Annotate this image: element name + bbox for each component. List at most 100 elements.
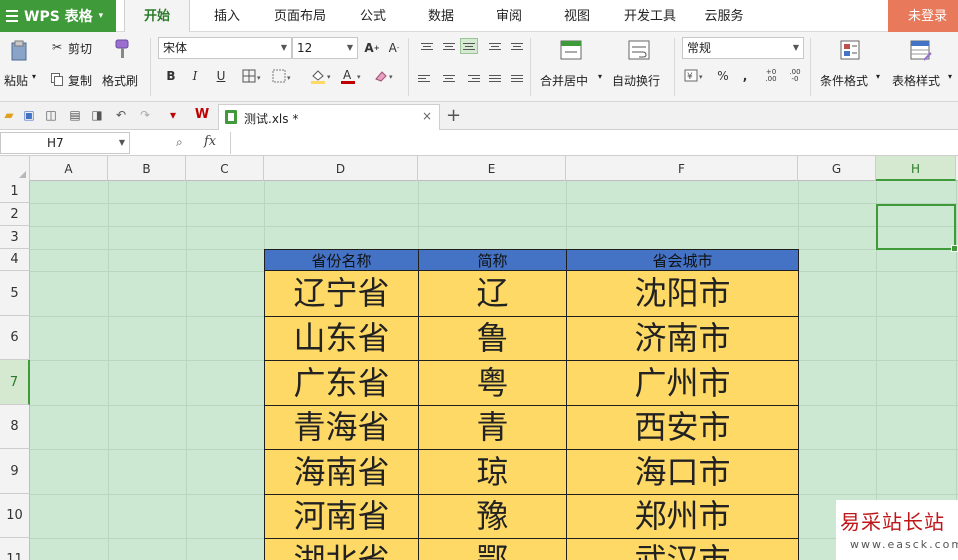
distributed-icon[interactable] — [508, 70, 526, 86]
print-icon[interactable]: ▤ — [68, 108, 82, 122]
table-cell[interactable]: 广东省 — [264, 360, 419, 406]
comma-button[interactable]: , — [738, 68, 752, 84]
table-cell[interactable]: 郑州市 — [566, 494, 799, 539]
chevron-down-icon[interactable]: ▾ — [598, 72, 602, 81]
export-pdf-icon[interactable]: ◫ — [44, 108, 58, 122]
increase-font-icon[interactable]: A + — [364, 40, 380, 56]
tab-home[interactable]: 开始 — [124, 0, 190, 33]
tab-developer[interactable]: 开发工具 — [614, 0, 686, 32]
row-header-2[interactable]: 2 — [0, 203, 30, 226]
row-header-1[interactable]: 1 — [0, 181, 30, 203]
table-cell[interactable]: 济南市 — [566, 316, 799, 361]
table-style-button[interactable]: 表格样式 — [892, 72, 940, 89]
table-cell[interactable]: 琼 — [418, 449, 567, 495]
row-header-10[interactable]: 10 — [0, 494, 30, 538]
column-header-c[interactable]: C — [186, 156, 264, 181]
spreadsheet-grid[interactable]: A B C D E F G H 1 2 3 4 5 6 7 8 9 10 11 … — [0, 156, 958, 560]
chevron-down-icon[interactable]: ▾ — [948, 72, 952, 81]
column-header-f[interactable]: F — [566, 156, 798, 181]
wps-home-icon[interactable]: W — [192, 108, 212, 122]
font-name-select[interactable]: 宋体 ▼ — [158, 37, 292, 59]
table-cell[interactable]: 西安市 — [566, 405, 799, 450]
fill-color-icon[interactable]: ▾ — [310, 68, 336, 84]
undo-icon[interactable]: ↶ — [114, 108, 128, 122]
column-header-d[interactable]: D — [264, 156, 418, 181]
row-header-7[interactable]: 7 — [0, 360, 30, 405]
column-header-g[interactable]: G — [798, 156, 876, 181]
percent-button[interactable]: % — [716, 68, 730, 84]
increase-decimal-icon[interactable]: +0.00 — [762, 68, 780, 84]
table-cell[interactable]: 武汉市 — [566, 538, 799, 560]
indent-increase-icon[interactable] — [508, 38, 526, 54]
clear-format-icon[interactable]: ▾ — [372, 68, 398, 84]
paste-icon[interactable] — [8, 40, 30, 62]
login-button[interactable]: 未登录 — [888, 0, 958, 32]
tab-review[interactable]: 审阅 — [486, 0, 532, 32]
conditional-format-icon[interactable] — [840, 40, 862, 62]
close-icon[interactable]: × — [422, 109, 432, 123]
row-header-8[interactable]: 8 — [0, 405, 30, 449]
tab-data[interactable]: 数据 — [418, 0, 464, 32]
table-cell[interactable]: 湖北省 — [264, 538, 419, 560]
table-cell[interactable]: 广州市 — [566, 360, 799, 406]
app-logo-button[interactable]: WPS 表格 ▾ — [0, 0, 116, 32]
table-header-abbreviation[interactable]: 简称 — [418, 249, 567, 271]
table-style-icon[interactable] — [910, 40, 932, 62]
table-cell[interactable]: 豫 — [418, 494, 567, 539]
table-cell[interactable]: 青 — [418, 405, 567, 450]
table-cell[interactable]: 河南省 — [264, 494, 419, 539]
table-cell[interactable]: 沈阳市 — [566, 270, 799, 317]
wrap-text-icon[interactable] — [628, 40, 650, 60]
row-header-9[interactable]: 9 — [0, 449, 30, 494]
tab-insert[interactable]: 插入 — [204, 0, 250, 32]
font-size-select[interactable]: 12 ▼ — [292, 37, 358, 59]
column-header-b[interactable]: B — [108, 156, 186, 181]
row-header-11[interactable]: 11 — [0, 538, 30, 560]
align-bottom-icon[interactable] — [460, 38, 478, 54]
save-icon[interactable]: ▣ — [22, 108, 36, 122]
align-left-icon[interactable] — [418, 70, 436, 86]
tab-view[interactable]: 视图 — [554, 0, 600, 32]
merge-center-icon[interactable] — [560, 40, 582, 60]
row-header-4[interactable]: 4 — [0, 249, 30, 271]
align-right-icon[interactable] — [462, 70, 480, 86]
open-folder-icon[interactable]: ▰ — [2, 108, 16, 122]
justify-icon[interactable] — [486, 70, 504, 86]
document-tab[interactable]: 测试.xls * × — [218, 104, 440, 130]
decrease-font-icon[interactable]: A- — [386, 40, 402, 56]
column-header-h[interactable]: H — [876, 156, 956, 181]
scissors-icon[interactable]: ✂ — [50, 40, 64, 54]
copy-icon[interactable] — [50, 72, 64, 86]
chevron-down-icon[interactable]: ▾ — [876, 72, 880, 81]
number-format-select[interactable]: 常规 ▼ — [682, 37, 804, 59]
table-cell[interactable]: 海南省 — [264, 449, 419, 495]
cell-style-icon[interactable]: ▾ — [272, 68, 296, 84]
decrease-decimal-icon[interactable]: .00 -0 — [786, 68, 804, 84]
table-cell[interactable]: 青海省 — [264, 405, 419, 450]
row-header-3[interactable]: 3 — [0, 226, 30, 249]
tab-page-layout[interactable]: 页面布局 — [264, 0, 336, 32]
format-painter-button[interactable]: 格式刷 — [102, 72, 138, 89]
currency-icon[interactable]: ¥ ▾ — [684, 68, 708, 84]
bold-button[interactable]: B — [164, 68, 178, 84]
format-painter-icon[interactable] — [112, 38, 132, 60]
formula-input[interactable] — [230, 132, 958, 154]
search-icon[interactable]: ⌕ — [176, 135, 183, 150]
table-cell[interactable]: 辽 — [418, 270, 567, 317]
name-box[interactable]: H7 ▼ — [0, 132, 130, 154]
italic-button[interactable]: I — [188, 68, 202, 84]
customize-toolbar-icon[interactable]: ▾ — [166, 108, 180, 122]
table-cell[interactable]: 辽宁省 — [264, 270, 419, 317]
active-cell-h7[interactable] — [876, 204, 958, 252]
align-middle-icon[interactable] — [440, 38, 458, 54]
cut-button[interactable]: 剪切 — [68, 40, 92, 57]
select-all-button[interactable] — [0, 156, 30, 181]
tab-cloud[interactable]: 云服务 — [696, 0, 752, 32]
column-header-e[interactable]: E — [418, 156, 566, 181]
table-cell[interactable]: 鲁 — [418, 316, 567, 361]
row-header-5[interactable]: 5 — [0, 271, 30, 316]
conditional-format-button[interactable]: 条件格式 — [820, 72, 868, 89]
paste-chevron-icon[interactable]: ▾ — [32, 72, 36, 81]
wrap-text-button[interactable]: 自动换行 — [612, 72, 660, 89]
row-header-6[interactable]: 6 — [0, 316, 30, 360]
